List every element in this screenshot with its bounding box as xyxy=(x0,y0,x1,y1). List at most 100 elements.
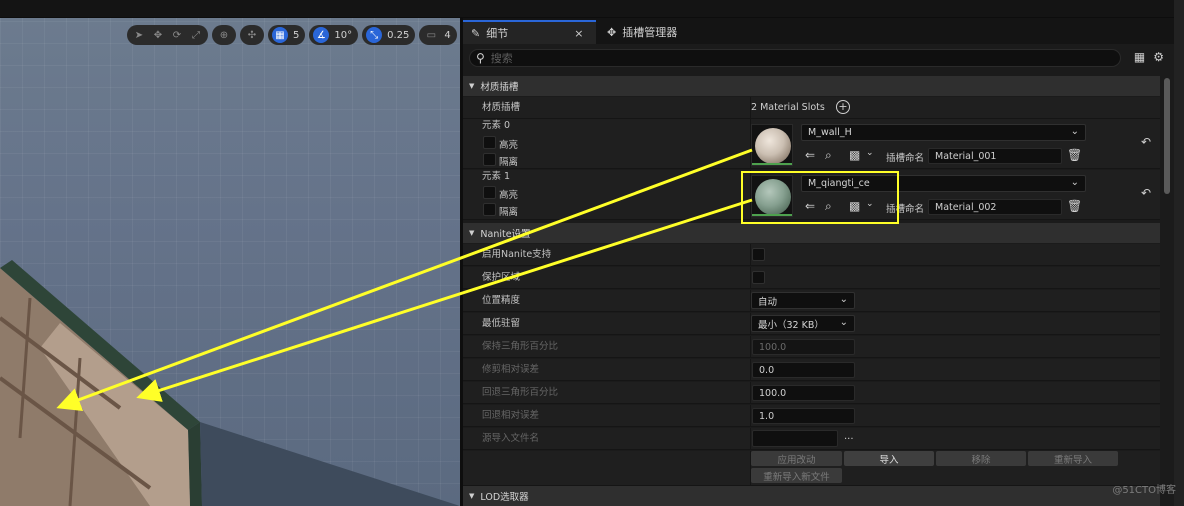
highlight-label: 高亮 xyxy=(499,140,519,151)
material-name: M_wall_H xyxy=(808,127,852,138)
source-import-filename-input[interactable] xyxy=(752,430,838,447)
rotation-snap-value[interactable]: 10° xyxy=(332,30,354,41)
reset-icon[interactable]: ↶ xyxy=(1141,186,1151,200)
element-0-label: 元素 0 xyxy=(482,120,511,131)
settings-icon[interactable]: ⚙ xyxy=(1153,50,1164,64)
isolate-label: 隔离 xyxy=(499,157,519,168)
position-precision-row: 位置精度 自动 ⌄ xyxy=(463,290,1160,312)
preserve-area-row: 保护区域 xyxy=(463,267,1160,289)
panel-scrollbar[interactable] xyxy=(1160,76,1174,506)
section-nanite[interactable]: ▼ Nanite设置 xyxy=(463,223,1160,243)
trash-icon[interactable]: 🗑 xyxy=(1067,199,1082,213)
panel-options: ▦ ⚙ xyxy=(1134,50,1164,64)
camera-speed-value[interactable]: 4 xyxy=(442,30,452,41)
tab-details-label: 细节 xyxy=(486,27,509,40)
rotation-snap-icon[interactable]: ∡ xyxy=(313,27,330,43)
tab-details[interactable]: ✎ 细节 × xyxy=(463,20,596,44)
apply-changes-button[interactable]: 应用改动 xyxy=(751,451,842,466)
keep-triangle-percent-input: 100.0 xyxy=(752,339,855,355)
column-divider xyxy=(750,359,751,380)
minimum-residency-dropdown[interactable]: 最小（32 KB） ⌄ xyxy=(751,315,855,332)
collapse-icon: ▼ xyxy=(469,492,475,500)
search-input[interactable]: ⚲ 搜索 xyxy=(469,49,1121,67)
row-label: 保持三角形百分比 xyxy=(482,341,559,352)
isolate-label: 隔离 xyxy=(499,207,519,218)
collapse-icon: ▼ xyxy=(469,229,475,237)
highlight-checkbox[interactable] xyxy=(483,186,496,199)
row-label: 启用Nanite支持 xyxy=(482,249,552,260)
reset-icon[interactable]: ↶ xyxy=(1141,135,1151,149)
nanite-enable-row: 启用Nanite支持 xyxy=(463,244,1160,266)
slot-manager-icon: ✥ xyxy=(607,25,617,39)
transform-group: ➤ ✥ ⟳ ⤢ xyxy=(127,25,208,45)
row-label: 回退三角形百分比 xyxy=(482,387,559,398)
fallback-relative-error-input[interactable]: 1.0 xyxy=(752,408,855,424)
table-view-icon[interactable]: ▦ xyxy=(1134,50,1145,64)
material-thumbnail[interactable] xyxy=(751,124,793,166)
column-divider xyxy=(750,382,751,403)
import-button[interactable]: 导入 xyxy=(844,451,934,466)
camera-speed-group: ▭ 4 xyxy=(419,25,457,45)
action-buttons-row: 应用改动 导入 移除 重新导入 重新导入新文件 xyxy=(463,451,1160,486)
transform-toolbar: ➤ ✥ ⟳ ⤢ ⊕ ✣ ▦ 5 ∡ 10° ⤡ 0.25 ▭ 4 xyxy=(127,25,457,45)
dropdown-value: 自动 xyxy=(758,296,778,308)
column-divider xyxy=(750,244,751,265)
scrollbar-thumb[interactable] xyxy=(1164,78,1170,194)
grid-snap-icon[interactable]: ▦ xyxy=(272,27,288,43)
surface-snap-icon[interactable]: ✣ xyxy=(244,27,260,43)
minimum-residency-row: 最低驻留 最小（32 KB） ⌄ xyxy=(463,313,1160,335)
move-icon[interactable]: ✥ xyxy=(150,27,166,43)
slot-name-input[interactable]: Material_001 xyxy=(928,148,1062,164)
column-divider xyxy=(750,405,751,426)
fallback-relative-error-row: 回退相对误差 1.0 xyxy=(463,405,1160,427)
slot-name-input[interactable]: Material_002 xyxy=(928,199,1062,215)
annotation-highlight-box xyxy=(741,171,899,224)
rotate-icon[interactable]: ⟳ xyxy=(169,27,185,43)
close-icon[interactable]: × xyxy=(574,27,583,40)
section-lod-picker[interactable]: ▼ LOD选取器 xyxy=(463,486,1160,506)
chevron-down-icon[interactable]: ⌄ xyxy=(866,148,874,158)
preserve-area-checkbox[interactable] xyxy=(752,271,765,284)
row-label: 材质插槽 xyxy=(482,102,521,113)
material-dropdown[interactable]: M_wall_H ⌄ xyxy=(801,124,1086,141)
world-icon[interactable]: ⊕ xyxy=(216,27,232,43)
isolate-checkbox[interactable] xyxy=(483,153,496,166)
reimport-new-file-button[interactable]: 重新导入新文件 xyxy=(751,468,842,483)
fallback-triangle-percent-input[interactable]: 100.0 xyxy=(752,385,855,401)
scale-icon[interactable]: ⤢ xyxy=(188,27,204,43)
dropdown-value: 最小（32 KB） xyxy=(758,319,824,331)
search-placeholder: 搜索 xyxy=(490,52,513,65)
trash-icon[interactable]: 🗑 xyxy=(1067,148,1082,162)
add-slot-icon[interactable]: + xyxy=(836,100,850,114)
remove-button[interactable]: 移除 xyxy=(936,451,1026,466)
trim-relative-error-input[interactable]: 0.0 xyxy=(752,362,855,378)
right-edge xyxy=(1174,0,1184,506)
row-label: 修剪相对误差 xyxy=(482,364,540,375)
use-selected-icon[interactable]: ⇐ xyxy=(805,148,815,162)
chevron-down-icon: ⌄ xyxy=(839,294,848,305)
section-material-slots[interactable]: ▼ 材质插槽 xyxy=(463,76,1160,96)
select-icon[interactable]: ➤ xyxy=(131,27,147,43)
world-local-group: ⊕ xyxy=(212,25,236,45)
reimport-button[interactable]: 重新导入 xyxy=(1028,451,1118,466)
panel-tabs: ✎ 细节 × ✥ 插槽管理器 xyxy=(463,18,1174,44)
scale-snap-value[interactable]: 0.25 xyxy=(385,30,411,41)
tab-slot-manager-label: 插槽管理器 xyxy=(622,26,678,39)
highlight-checkbox[interactable] xyxy=(483,136,496,149)
fallback-triangle-percent-row: 回退三角形百分比 100.0 xyxy=(463,382,1160,404)
browse-icon[interactable]: ⌕ xyxy=(825,148,832,163)
isolate-checkbox[interactable] xyxy=(483,203,496,216)
level-viewport[interactable]: ➤ ✥ ⟳ ⤢ ⊕ ✣ ▦ 5 ∡ 10° ⤡ 0.25 ▭ 4 xyxy=(0,18,460,506)
element-1-label: 元素 1 xyxy=(482,171,511,182)
browse-file-button[interactable]: ... xyxy=(844,431,854,442)
section-title: Nanite设置 xyxy=(480,229,531,240)
checker-icon[interactable]: ▩ xyxy=(849,148,860,162)
rotation-snap-group: ∡ 10° xyxy=(309,25,359,45)
scale-snap-icon[interactable]: ⤡ xyxy=(366,27,383,43)
tab-slot-manager[interactable]: ✥ 插槽管理器 xyxy=(599,20,685,44)
position-precision-dropdown[interactable]: 自动 ⌄ xyxy=(751,292,855,309)
nanite-enable-checkbox[interactable] xyxy=(752,248,765,261)
camera-icon[interactable]: ▭ xyxy=(423,27,439,43)
grid-size-value[interactable]: 5 xyxy=(291,30,301,41)
scale-snap-group: ⤡ 0.25 xyxy=(362,25,416,45)
